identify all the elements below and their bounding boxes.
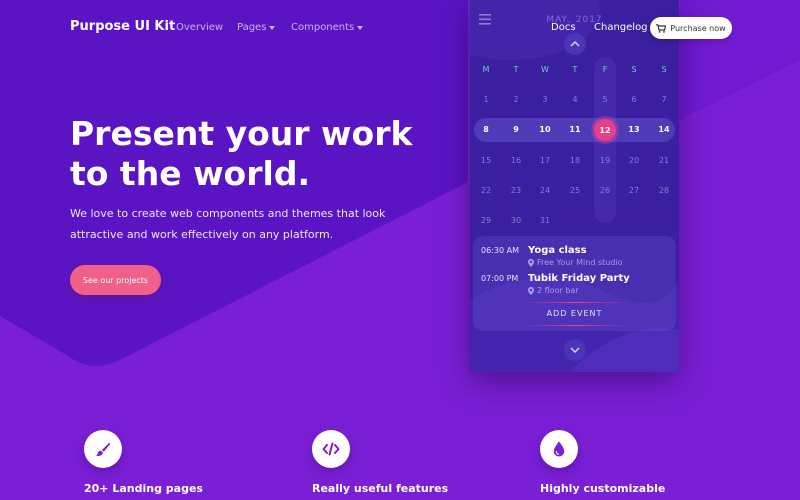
event-title[interactable]: Yoga class (528, 245, 587, 256)
calendar-day[interactable]: 30 (504, 216, 528, 225)
nav-link-label: Overview (176, 22, 224, 33)
event-location-text: 2 floor bar (537, 286, 579, 295)
calendar-day[interactable]: 18 (563, 156, 587, 165)
calendar-day[interactable]: 7 (652, 95, 676, 104)
event-title[interactable]: Tubik Friday Party (528, 273, 630, 284)
code-icon (322, 442, 340, 456)
see-projects-button[interactable]: See our projects (70, 265, 161, 295)
calendar-day[interactable]: 22 (474, 186, 498, 195)
calendar-day[interactable]: 9 (504, 125, 528, 134)
event-location: 2 floor bar (528, 286, 579, 295)
nav-link-pages[interactable]: Pages (237, 22, 276, 33)
feature-icon-badge (312, 430, 350, 468)
calendar-day[interactable]: 14 (652, 125, 676, 134)
caret-down-icon (269, 25, 276, 30)
caret-down-icon (357, 25, 364, 30)
hero-background (0, 0, 800, 367)
weekday-label: W (541, 65, 549, 74)
selected-day[interactable]: 12 (594, 119, 616, 141)
feature-icon-badge (540, 430, 578, 468)
event-time: 07:00 PM (481, 274, 519, 283)
nav-link-docs[interactable]: Docs (551, 22, 576, 33)
chevron-down-icon (570, 347, 580, 353)
weekday-label: F (602, 65, 608, 74)
feature-label: Really useful features (312, 482, 449, 495)
calendar-day[interactable]: 6 (622, 95, 646, 104)
calendar-day[interactable]: 13 (622, 125, 646, 134)
calendar-day[interactable]: 19 (593, 156, 617, 165)
hero-title: Present your work to the world. (70, 114, 413, 193)
weekday-label: T (513, 65, 519, 74)
calendar-day[interactable]: 27 (622, 186, 646, 195)
calendar-day[interactable]: 29 (474, 216, 498, 225)
weekday-label: T (572, 65, 578, 74)
nav-link-components[interactable]: Components (291, 22, 364, 33)
brush-icon (96, 442, 111, 456)
weekday-label: M (482, 65, 490, 74)
calendar-day[interactable]: 3 (533, 95, 557, 104)
feature-icon-badge (84, 430, 122, 468)
calendar-day[interactable]: 17 (533, 156, 557, 165)
event-time: 06:30 AM (481, 246, 519, 255)
weekday-label: S (661, 65, 667, 74)
event-location: Free Your Mind studio (528, 258, 623, 267)
brand-logo[interactable]: Purpose UI Kit (70, 19, 175, 34)
calendar-day[interactable]: 21 (652, 156, 676, 165)
calendar-next-button[interactable] (564, 339, 586, 361)
calendar-prev-button[interactable] (564, 33, 586, 55)
calendar-day[interactable]: 8 (474, 125, 498, 134)
calendar-day[interactable]: 4 (563, 95, 587, 104)
calendar-day[interactable]: 20 (622, 156, 646, 165)
cart-icon (656, 23, 667, 33)
calendar-day[interactable]: 15 (474, 156, 498, 165)
nav-link-label: Components (291, 22, 355, 33)
calendar-day[interactable]: 2 (504, 95, 528, 104)
calendar-day[interactable]: 23 (504, 186, 528, 195)
calendar-day[interactable]: 31 (533, 216, 557, 225)
divider (520, 325, 630, 326)
calendar-day[interactable]: 26 (593, 186, 617, 195)
feature-label: Highly customizable (540, 482, 666, 495)
calendar-day[interactable]: 10 (533, 125, 557, 134)
calendar-day[interactable]: 24 (533, 186, 557, 195)
purchase-now-button[interactable]: Purchase now (650, 17, 732, 39)
purchase-now-label: Purchase now (670, 23, 726, 33)
calendar-app-mockup: MAY, 2017 M T W T F S S 1 2 3 4 5 6 7 8 … (470, 0, 679, 372)
calendar-day[interactable]: 1 (474, 95, 498, 104)
calendar-day[interactable]: 5 (593, 95, 617, 104)
weekday-label: S (631, 65, 637, 74)
nav-link-label: Pages (237, 22, 267, 33)
droplet-icon (553, 441, 565, 457)
add-event-button[interactable]: ADD EVENT (470, 309, 679, 318)
calendar-day[interactable]: 28 (652, 186, 676, 195)
event-location-text: Free Your Mind studio (537, 258, 623, 267)
calendar-day[interactable]: 11 (563, 125, 587, 134)
location-pin-icon (528, 286, 534, 295)
nav-link-changelog[interactable]: Changelog (594, 22, 648, 33)
feature-label: 20+ Landing pages (84, 482, 203, 495)
hero-subtitle: We love to create web components and the… (70, 207, 386, 241)
nav-link-overview[interactable]: Overview (176, 22, 223, 33)
chevron-up-icon (570, 41, 580, 47)
calendar-day[interactable]: 25 (563, 186, 587, 195)
location-pin-icon (528, 258, 534, 267)
calendar-day[interactable]: 16 (504, 156, 528, 165)
divider (520, 302, 630, 303)
